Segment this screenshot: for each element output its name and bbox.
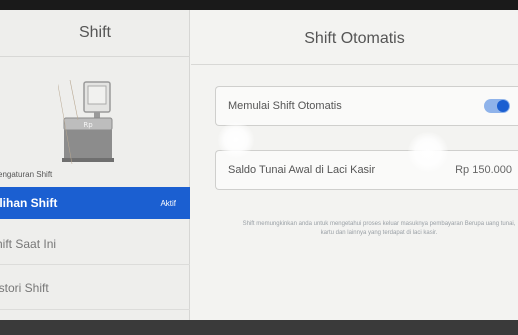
status-badge: Aktif	[160, 198, 176, 208]
main-header-divider	[191, 64, 518, 65]
glare-spot	[218, 122, 254, 158]
main-panel: Shift Otomatis Memulai Shift Otomatis Sa…	[191, 10, 518, 322]
page-title: Shift Otomatis	[304, 30, 405, 47]
sidebar-item-label: ilihan Shift	[0, 196, 58, 210]
sidebar-item-histori-shift[interactable]: istori Shift	[0, 272, 190, 304]
sidebar-section-label: engaturan Shift	[0, 170, 53, 179]
setting-label: Saldo Tunai Awal di Laci Kasir	[228, 164, 376, 176]
toggle-knob	[497, 100, 509, 112]
setting-opening-cash[interactable]: Saldo Tunai Awal di Laci Kasir Rp 150.00…	[215, 150, 518, 190]
sidebar-item-pilihan-shift[interactable]: ilihan Shift Aktif	[0, 187, 190, 219]
sidebar-divider	[0, 309, 190, 310]
setting-auto-shift: Memulai Shift Otomatis	[215, 86, 518, 126]
setting-label: Memulai Shift Otomatis	[228, 100, 342, 112]
sidebar: Shift Rp engaturan Shift ilihan Shift Ak…	[0, 10, 190, 322]
sidebar-item-label: istori Shift	[0, 281, 49, 295]
sidebar-divider	[0, 264, 190, 265]
photo-bottom-edge	[0, 320, 518, 335]
helper-text: Shift memungkinkan anda untuk mengetahui…	[242, 221, 516, 236]
sidebar-title: Shift	[78, 24, 111, 41]
sidebar-header-divider	[0, 56, 190, 57]
svg-text:Rp: Rp	[83, 121, 93, 129]
sidebar-item-label: hift Saat Ini	[0, 237, 57, 251]
sidebar-item-shift-saat-ini[interactable]: hift Saat Ini	[0, 228, 190, 260]
app-screen: Shift Rp engaturan Shift ilihan Shift Ak…	[0, 10, 518, 322]
glare-spot	[408, 132, 448, 172]
auto-shift-toggle[interactable]	[484, 99, 510, 113]
opening-cash-value: Rp 150.000	[455, 164, 512, 176]
cash-register-icon: Rp	[58, 80, 114, 164]
